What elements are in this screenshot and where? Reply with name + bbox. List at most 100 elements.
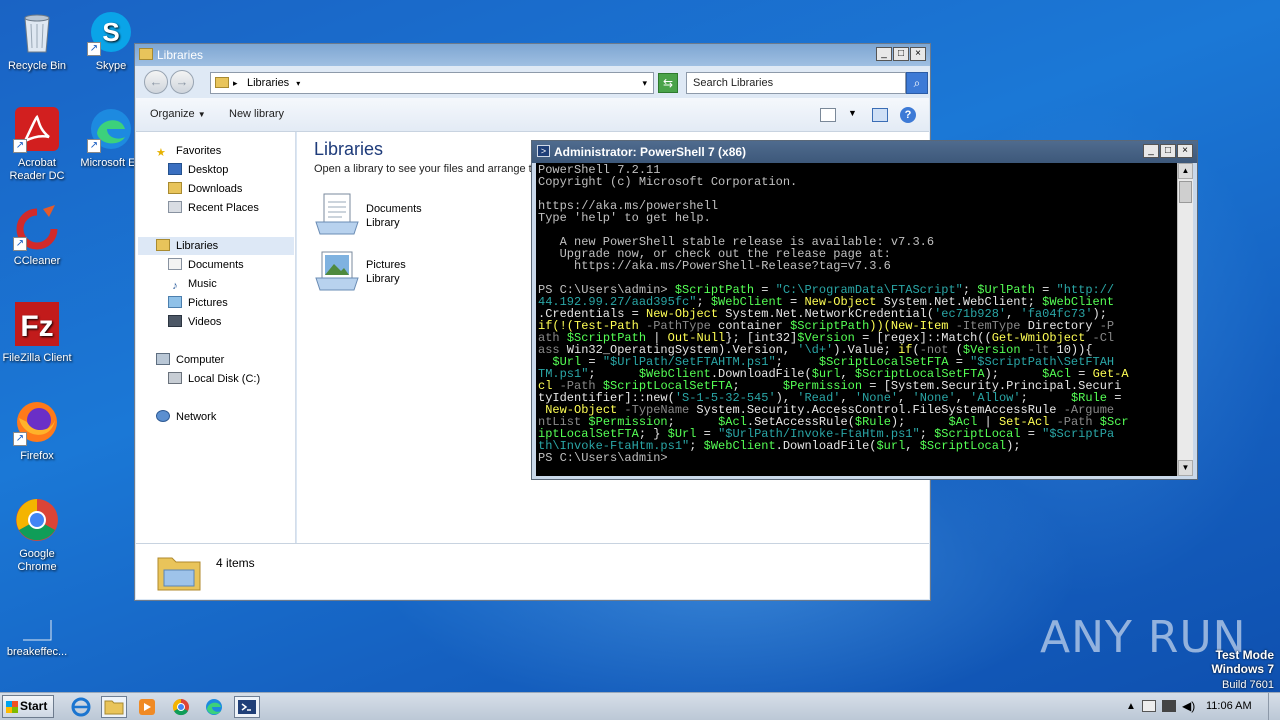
new-library-button[interactable]: New library (229, 108, 284, 120)
show-hidden-icons-icon[interactable]: ▲ (1126, 701, 1136, 712)
shortcut-arrow-icon: ↗ (13, 432, 27, 446)
search-input[interactable]: Search Libraries (686, 72, 906, 94)
skype-icon: S ↗ (87, 8, 135, 56)
search-icon[interactable]: ⌕ (906, 72, 928, 94)
windows-logo-icon (6, 701, 18, 713)
address-dropdown-icon[interactable]: ▾ (642, 73, 647, 93)
libraries-icon (156, 239, 170, 251)
documents-icon (168, 258, 182, 270)
nav-computer[interactable]: Computer (156, 351, 224, 369)
nav-label: Music (188, 278, 217, 290)
nav-label: Documents (188, 259, 244, 271)
shortcut-arrow-icon: ↗ (13, 237, 27, 251)
chevron-down-icon[interactable]: ▾ (296, 79, 300, 88)
console-output[interactable]: PowerShell 7.2.11 Copyright (c) Microsof… (536, 163, 1179, 476)
pictures-icon (168, 296, 182, 308)
library-item-documents[interactable]: Documents Library (314, 192, 514, 242)
preview-pane-icon[interactable] (872, 108, 888, 122)
powershell-window[interactable]: > Administrator: PowerShell 7 (x86) _ □ … (531, 140, 1198, 480)
taskbar-media-player-icon[interactable] (134, 696, 160, 718)
maximize-button[interactable]: □ (1160, 144, 1176, 158)
desktop-icon-filezilla[interactable]: Fz FileZilla Client (0, 300, 74, 365)
library-item-pictures[interactable]: Pictures Library (314, 248, 514, 298)
show-desktop-button[interactable] (1268, 693, 1280, 720)
shortcut-arrow-icon: ↗ (87, 42, 101, 56)
nav-recent-places[interactable]: Recent Places (168, 199, 259, 217)
view-options-icon[interactable] (820, 108, 836, 122)
nav-libraries[interactable]: Libraries (138, 237, 294, 255)
taskbar: Start ▲ ◀) 11:06 AM (0, 692, 1280, 720)
nav-music[interactable]: ♪ Music (168, 275, 217, 293)
downloads-icon (168, 182, 182, 194)
desktop-icon (168, 163, 182, 175)
recycle-bin-icon (13, 8, 61, 56)
powershell-titlebar[interactable]: > Administrator: PowerShell 7 (x86) _ □ … (532, 141, 1197, 163)
scroll-up-icon[interactable]: ▲ (1178, 163, 1193, 179)
nav-label: Favorites (176, 145, 222, 157)
chevron-down-icon[interactable]: ▼ (848, 108, 857, 118)
network-tray-icon[interactable] (1162, 700, 1176, 712)
forward-button[interactable]: → (170, 70, 194, 94)
desktop-icon-acrobat[interactable]: ↗ Acrobat Reader DC (0, 105, 74, 183)
file-icon (13, 616, 61, 642)
desktop-icon-label: Google Chrome (17, 548, 57, 573)
refresh-icon[interactable]: ⇆ (658, 73, 678, 93)
close-button[interactable]: × (910, 47, 926, 61)
test-mode-label: Test Mode (1215, 648, 1274, 662)
organize-button[interactable]: Organize ▼ (150, 108, 206, 120)
window-title: Administrator: PowerShell 7 (x86) (554, 145, 747, 159)
desktop-icon-ccleaner[interactable]: ↗ CCleaner (0, 203, 74, 268)
taskbar-edge-icon[interactable] (201, 696, 227, 718)
library-type: Library (366, 217, 400, 229)
desktop-icon-recycle-bin[interactable]: Recycle Bin (0, 8, 74, 73)
nav-label: Libraries (176, 240, 219, 252)
ccleaner-icon: ↗ (13, 203, 61, 251)
taskbar-powershell-icon[interactable] (234, 696, 260, 718)
videos-icon (168, 315, 182, 327)
nav-downloads[interactable]: Downloads (168, 180, 242, 198)
desktop-icon-firefox[interactable]: ↗ Firefox (0, 398, 74, 463)
explorer-titlebar[interactable]: Libraries _ □ × (135, 44, 930, 66)
back-button[interactable]: ← (144, 70, 168, 94)
desktop-icon-chrome[interactable]: Google Chrome (0, 496, 74, 574)
nav-documents[interactable]: Documents (168, 256, 244, 274)
console-scrollbar[interactable]: ▲ ▼ (1177, 163, 1193, 476)
nav-pictures[interactable]: Pictures (168, 294, 228, 312)
navigation-pane: ★ Favorites Desktop Downloads Recent Plac… (136, 132, 296, 543)
computer-icon (156, 353, 170, 365)
action-center-icon[interactable] (1142, 700, 1156, 712)
start-button[interactable]: Start (2, 695, 54, 718)
volume-icon[interactable]: ◀) (1182, 699, 1195, 713)
desktop-icon-label: Recycle Bin (7, 60, 67, 72)
pictures-library-icon (314, 248, 360, 292)
nav-label: Desktop (188, 164, 229, 176)
address-text: Libraries (247, 77, 290, 89)
shortcut-arrow-icon: ↗ (13, 139, 27, 153)
desktop-icon-label: Acrobat Reader DC (9, 157, 65, 182)
nav-videos[interactable]: Videos (168, 313, 221, 331)
help-icon[interactable]: ? (900, 107, 916, 123)
address-bar[interactable]: ▸ Libraries ▾ ▾ (210, 72, 654, 94)
scroll-down-icon[interactable]: ▼ (1178, 460, 1193, 476)
maximize-button[interactable]: □ (893, 47, 909, 61)
item-count: 4 items (216, 556, 255, 570)
nav-favorites[interactable]: ★ Favorites (156, 142, 221, 160)
filezilla-icon: Fz (13, 300, 61, 348)
clock[interactable]: 11:06 AM (1206, 700, 1252, 712)
chrome-icon (13, 496, 61, 544)
taskbar-chrome-icon[interactable] (168, 696, 194, 718)
close-button[interactable]: × (1177, 144, 1193, 158)
edge-icon: ↗ (87, 105, 135, 153)
desktop-icon-file[interactable]: breakeffec... (0, 616, 74, 659)
taskbar-explorer-icon[interactable] (101, 696, 127, 718)
minimize-button[interactable]: _ (1143, 144, 1159, 158)
nav-local-disk[interactable]: Local Disk (C:) (168, 370, 260, 388)
console-command: PS C:\Users\admin> $ScriptPath = "C:\Pro… (538, 283, 1129, 453)
windows-version-label: Windows 7 (1211, 662, 1274, 676)
nav-network[interactable]: Network (156, 408, 216, 426)
scroll-thumb[interactable] (1179, 181, 1192, 203)
taskbar-ie-icon[interactable] (68, 696, 94, 718)
minimize-button[interactable]: _ (876, 47, 892, 61)
powershell-icon: > (537, 145, 550, 157)
nav-desktop[interactable]: Desktop (168, 161, 228, 179)
